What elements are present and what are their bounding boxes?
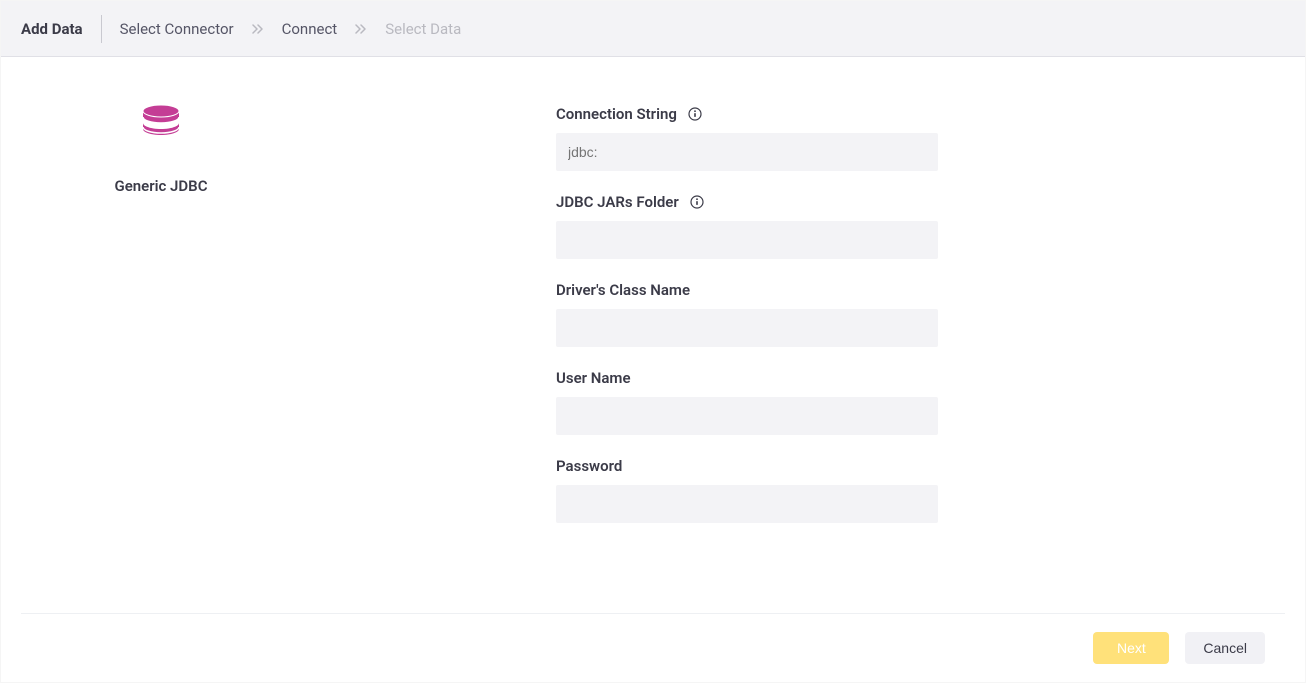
info-icon[interactable] [689,194,705,210]
breadcrumb-step-select-data: Select Data [385,20,461,38]
next-button[interactable]: Next [1093,632,1169,664]
jars-folder-input[interactable] [556,221,938,259]
chevron-double-right-icon [252,24,264,34]
label-connection-string: Connection String [556,105,677,123]
label-driver-class: Driver's Class Name [556,281,690,299]
label-password: Password [556,457,622,475]
connection-string-input[interactable] [556,133,938,171]
database-icon [141,105,181,145]
label-username: User Name [556,369,631,387]
field-username: User Name [556,369,938,435]
field-driver-class: Driver's Class Name [556,281,938,347]
connector-summary: Generic JDBC [61,105,261,195]
wizard-header: Add Data Select Connector Connect Select… [1,1,1305,57]
connector-name: Generic JDBC [61,177,261,195]
field-jars-folder: JDBC JARs Folder [556,193,938,259]
label-jars-folder: JDBC JARs Folder [556,193,679,211]
password-input[interactable] [556,485,938,523]
driver-class-input[interactable] [556,309,938,347]
page-title: Add Data [21,20,83,38]
username-input[interactable] [556,397,938,435]
wizard-footer: Next Cancel [21,613,1285,682]
field-connection-string: Connection String [556,105,938,171]
chevron-double-right-icon [355,24,367,34]
content-area: Generic JDBC Connection String JDBC JARs… [1,57,1305,613]
field-password: Password [556,457,938,523]
breadcrumb-step-select-connector[interactable]: Select Connector [120,20,234,38]
breadcrumb-step-connect[interactable]: Connect [282,20,338,38]
connection-form: Connection String JDBC JARs Folder [556,105,938,545]
cancel-button[interactable]: Cancel [1185,632,1265,664]
info-icon[interactable] [687,106,703,122]
divider [101,15,102,43]
